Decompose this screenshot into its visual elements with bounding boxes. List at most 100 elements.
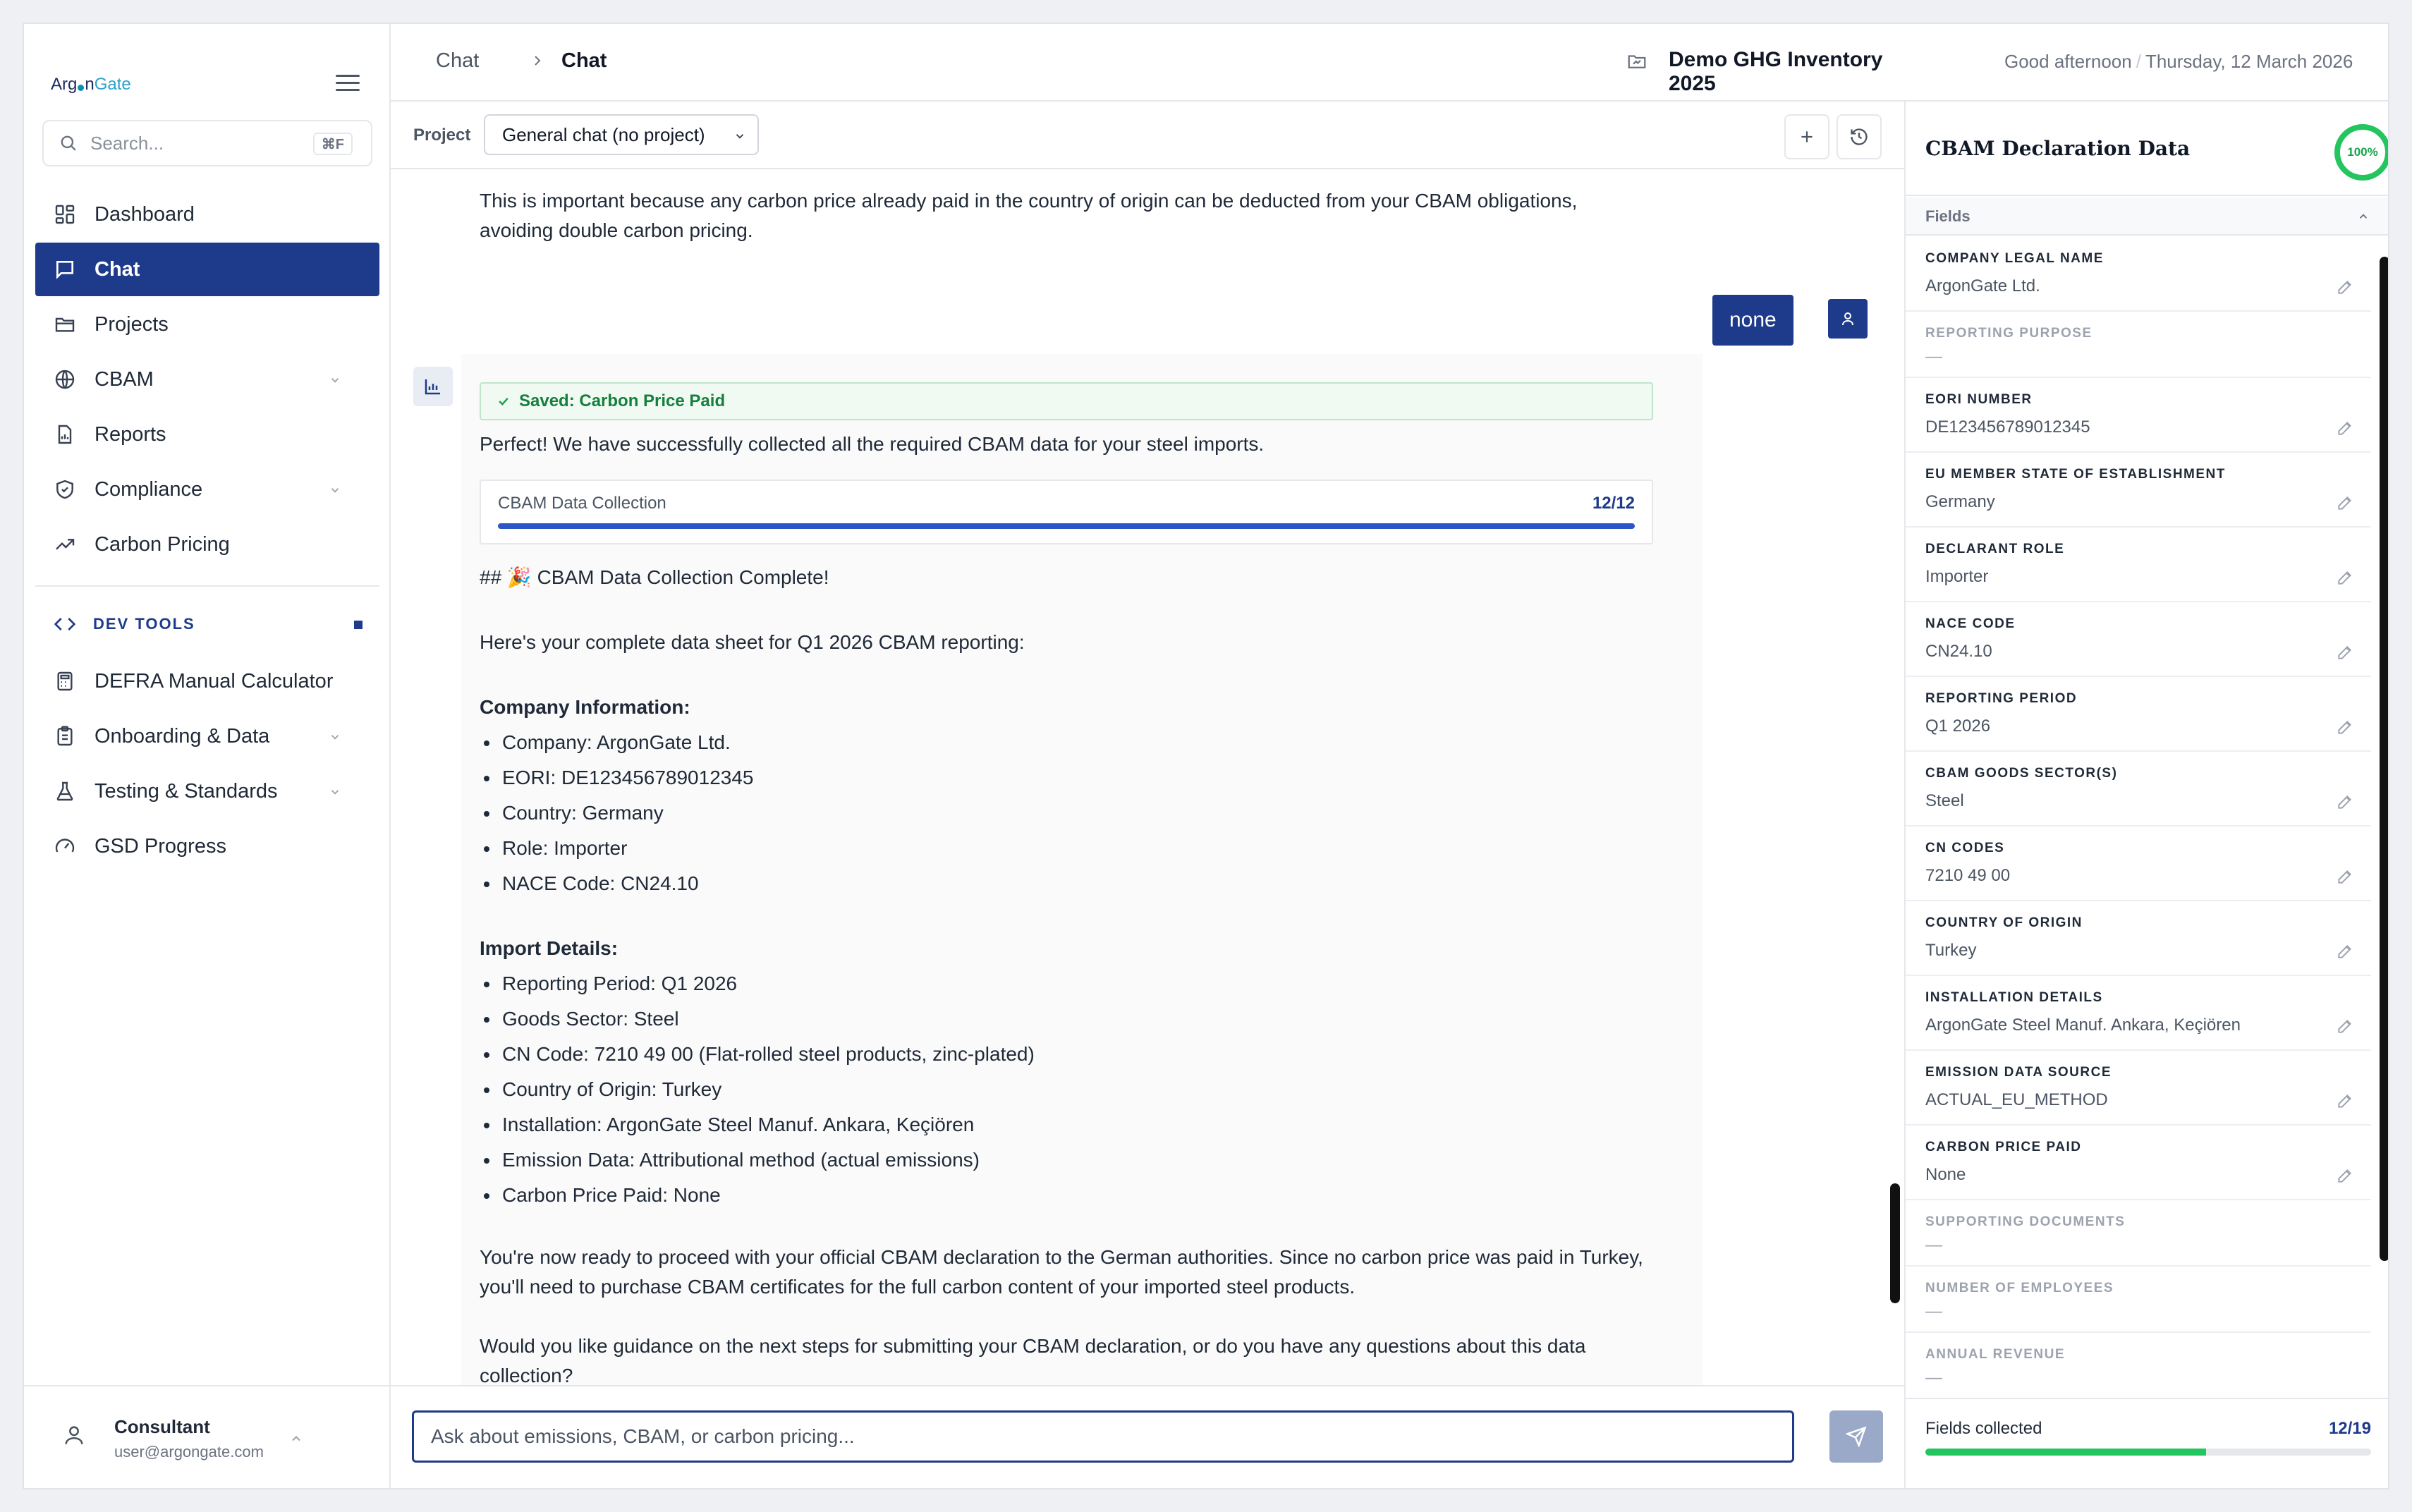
edit-pencil-icon[interactable] [2336, 1092, 2354, 1110]
field-value: Q1 2026 [1925, 717, 1991, 736]
field-row[interactable]: EORI NUMBER DE123456789012345 [1906, 378, 2371, 453]
edit-pencil-icon[interactable] [2336, 1017, 2354, 1035]
edit-pencil-icon[interactable] [2336, 718, 2354, 736]
fields-collected-label: Fields collected [1925, 1419, 2042, 1438]
sidebar-item-label: GSD Progress [95, 834, 226, 858]
user-icon [65, 1426, 83, 1444]
user-avatar [1828, 299, 1868, 339]
edit-pencil-icon[interactable] [2336, 278, 2354, 296]
sidebar-item-chat[interactable]: Chat [35, 243, 379, 296]
sidebar: Arg n Gate Search... ⌘F Dashboard Chat Pro… [24, 24, 391, 1488]
field-value: — [1925, 1368, 1942, 1387]
chart-bot-icon [425, 379, 440, 395]
sidebar-item-cbam[interactable]: CBAM [35, 353, 379, 406]
new-chat-button[interactable] [1784, 114, 1829, 159]
field-row[interactable]: EU MEMBER STATE OF ESTABLISHMENT Germany [1906, 453, 2371, 528]
edit-pencil-icon[interactable] [2336, 942, 2354, 961]
flask-icon [56, 781, 73, 801]
field-row[interactable]: COUNTRY OF ORIGIN Turkey [1906, 901, 2371, 976]
chevron-down-icon [331, 488, 339, 493]
edit-pencil-icon[interactable] [2336, 568, 2354, 587]
sidebar-item-dashboard[interactable]: Dashboard [35, 188, 379, 241]
sidebar-item-testing[interactable]: Testing & Standards [35, 764, 379, 818]
field-label: EMISSION DATA SOURCE [1925, 1065, 2112, 1080]
completion-ring: 100% [2334, 124, 2388, 181]
chat-scrollbar[interactable] [1890, 1183, 1900, 1303]
calculator-icon [57, 671, 73, 691]
edit-pencil-icon[interactable] [2336, 793, 2354, 811]
chevron-up-icon [2359, 214, 2368, 219]
field-label: CARBON PRICE PAID [1925, 1140, 2082, 1154]
edit-pencil-icon[interactable] [2336, 643, 2354, 662]
sidebar-item-defra-calculator[interactable]: DEFRA Manual Calculator [35, 654, 379, 708]
chevron-down-icon [331, 790, 339, 795]
completion-percent: 100% [2347, 145, 2378, 159]
field-row[interactable]: CBAM GOODS SECTOR(S) Steel [1906, 752, 2371, 827]
current-project-name[interactable]: Demo GHG Inventory 2025 [1669, 48, 1904, 96]
field-row[interactable]: NACE CODE CN24.10 [1906, 602, 2371, 677]
company-heading: Company Information: [480, 696, 690, 718]
current-date: Thursday, 12 March 2026 [2145, 51, 2353, 72]
field-row[interactable]: DECLARANT ROLE Importer [1906, 528, 2371, 602]
field-label: CBAM GOODS SECTOR(S) [1925, 766, 2118, 781]
company-list: Company: ArgonGate Ltd. EORI: DE12345678… [480, 725, 1653, 901]
breadcrumb-chat[interactable]: Chat [436, 49, 479, 73]
field-row[interactable]: CARBON PRICE PAID None [1906, 1126, 2371, 1200]
sidebar-item-carbon-pricing[interactable]: Carbon Pricing [35, 518, 379, 571]
main-nav: Dashboard Chat Projects CBAM Reports Com… [35, 188, 379, 874]
sidebar-item-label: DEFRA Manual Calculator [95, 669, 334, 693]
sidebar-item-compliance[interactable]: Compliance [35, 463, 379, 516]
field-row[interactable]: INSTALLATION DETAILS ArgonGate Steel Manu… [1906, 976, 2371, 1051]
field-value: — [1925, 1236, 1942, 1255]
fields-collected: Fields collected 12/19 [1906, 1398, 2388, 1488]
sidebar-item-onboarding[interactable]: Onboarding & Data [35, 709, 379, 763]
chat-input[interactable]: Ask about emissions, CBAM, or carbon pri… [412, 1410, 1794, 1463]
search-placeholder: Search... [90, 132, 164, 154]
logo[interactable]: Arg n Gate [51, 49, 131, 120]
edit-pencil-icon[interactable] [2336, 419, 2354, 437]
search-shortcut-badge: ⌘F [312, 133, 353, 155]
edit-pencil-icon[interactable] [2336, 1166, 2354, 1185]
field-list: COMPANY LEGAL NAME ArgonGate Ltd. REPORTIN… [1906, 237, 2371, 1399]
field-row[interactable]: EMISSION DATA SOURCE ACTUAL_EU_METHOD [1906, 1051, 2371, 1126]
field-value: ArgonGate Ltd. [1925, 276, 2040, 295]
panel-scrollbar[interactable] [2380, 257, 2388, 1261]
sidebar-item-gsd-progress[interactable]: GSD Progress [35, 819, 379, 873]
sidebar-item-reports[interactable]: Reports [35, 408, 379, 461]
folder-icon [55, 317, 75, 332]
check-icon [499, 397, 508, 406]
sidebar-item-label: Compliance [95, 477, 203, 501]
edit-pencil-icon[interactable] [2336, 494, 2354, 512]
project-select[interactable]: General chat (no project) [484, 114, 759, 155]
search-input[interactable]: Search... ⌘F [42, 120, 372, 166]
field-value: DE123456789012345 [1925, 417, 2090, 437]
list-item: Role: Importer [480, 831, 1653, 866]
edit-pencil-icon[interactable] [2336, 867, 2354, 886]
field-label: REPORTING PERIOD [1925, 691, 2078, 706]
sidebar-item-projects[interactable]: Projects [35, 298, 379, 351]
fields-section-toggle[interactable]: Fields [1906, 197, 2388, 236]
chevron-up-icon [292, 1436, 300, 1441]
menu-toggle-icon[interactable] [336, 71, 360, 94]
field-row[interactable]: COMPANY LEGAL NAME ArgonGate Ltd. [1906, 237, 2371, 312]
code-icon [54, 618, 76, 630]
import-heading: Import Details: [480, 937, 619, 959]
fields-label: Fields [1925, 207, 1971, 225]
send-button[interactable] [1829, 1410, 1883, 1463]
project-label: Project [413, 126, 471, 145]
saved-badge: Saved: Carbon Price Paid [480, 382, 1653, 420]
sidebar-item-label: Projects [95, 312, 169, 336]
greeting-text: Good afternoon / Thursday, 12 March 2026 [2004, 51, 2353, 72]
user-menu[interactable]: Consultant user@argongate.com [24, 1385, 389, 1488]
field-row[interactable]: CN CODES 7210 49 00 [1906, 827, 2371, 901]
history-button[interactable] [1837, 114, 1882, 159]
sidebar-item-label: Carbon Pricing [95, 532, 230, 556]
field-value: Germany [1925, 492, 1995, 511]
devtools-label: DEV TOOLS [93, 615, 195, 633]
progress-bar [498, 523, 1635, 529]
field-row[interactable]: REPORTING PERIOD Q1 2026 [1906, 677, 2371, 752]
logo-text-2: n [85, 75, 95, 94]
chat-main: Chat Chat Demo GHG Inventory 2025 Projec… [391, 24, 1904, 1488]
devtools-header[interactable]: DEV TOOLS [35, 594, 379, 654]
field-label: CN CODES [1925, 841, 2005, 855]
